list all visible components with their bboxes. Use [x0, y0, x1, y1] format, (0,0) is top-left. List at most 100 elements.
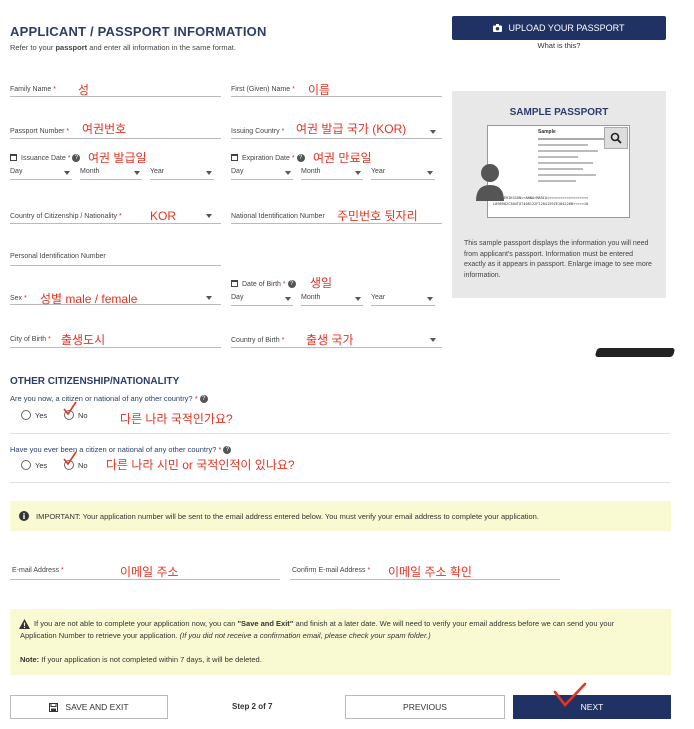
national-id-annotation: 주민번호 뒷자리: [337, 209, 418, 223]
sample-doc-label: Sample: [538, 129, 556, 135]
q1-yes-label: Yes: [35, 411, 48, 420]
mrz-line-1: P<UTOERIKSSON<<ANNA<MARIA<<<<<<<<<<<<<<<…: [493, 196, 589, 200]
divider: [10, 433, 670, 434]
confirm-email-annotation: 이메일 주소 확인: [388, 565, 472, 579]
expiration-month-select[interactable]: Month: [301, 168, 363, 180]
q2-no-label: No: [78, 461, 88, 470]
chevron-down-icon: [64, 171, 70, 175]
save-and-exit-label: SAVE AND EXIT: [65, 702, 129, 712]
family-name-annotation: 성: [78, 83, 90, 97]
issuance-calendar-icon: [10, 154, 17, 161]
chevron-down-icon: [355, 171, 361, 175]
first-name-annotation: 이름: [308, 83, 331, 97]
info-icon: [19, 511, 29, 521]
city-of-birth-annotation: 출생도시: [61, 333, 106, 347]
sample-passport-title: SAMPLE PASSPORT: [509, 107, 609, 118]
what-is-this-link[interactable]: What is this?: [452, 41, 666, 50]
issuance-day-select[interactable]: Day: [10, 168, 72, 180]
dob-annotation: 생일: [310, 276, 333, 290]
save-and-exit-button[interactable]: SAVE AND EXIT: [10, 695, 168, 719]
chevron-down-icon: [285, 297, 291, 301]
email-annotation: 이메일 주소: [120, 565, 179, 579]
camera-icon: [493, 24, 503, 32]
sex-label: Sex *: [10, 295, 27, 302]
issuance-date-label: Issuance Date *?: [21, 154, 81, 162]
issuing-country-annotation: 여권 발급 국가 (KOR): [296, 122, 407, 136]
help-icon[interactable]: ?: [287, 280, 296, 288]
help-icon[interactable]: ?: [223, 446, 232, 455]
mrz-line-2: L898902C36UTO7408122F1204159ZE184226B<<<…: [493, 202, 589, 206]
next-button[interactable]: NEXT: [513, 695, 671, 719]
personal-id-label: Personal Identification Number: [10, 253, 106, 260]
expiration-date-annotation: 여권 만료일: [313, 151, 372, 165]
citizenship-label: Country of Citizenship / Nationality *: [10, 213, 122, 220]
help-icon[interactable]: ?: [199, 395, 208, 404]
chevron-down-icon: [427, 171, 433, 175]
citizenship-chevron-down-icon: [206, 214, 212, 218]
country-of-birth-annotation: 출생 국가: [306, 333, 354, 347]
citizenship-annotation: KOR: [150, 209, 177, 223]
issuance-date-annotation: 여권 발급일: [88, 151, 147, 165]
previous-label: PREVIOUS: [403, 702, 447, 712]
q2-yes-radio[interactable]: [21, 460, 31, 470]
dob-month-select[interactable]: Month: [301, 294, 363, 306]
q1-no-label: No: [78, 411, 88, 420]
expiration-year-select[interactable]: Year: [371, 168, 435, 180]
chevron-down-icon: [355, 297, 361, 301]
expiration-day-select[interactable]: Day: [231, 168, 293, 180]
first-name-label: First (Given) Name *: [231, 86, 295, 93]
sex-annotation: 성별 male / female: [40, 292, 138, 306]
email-label: E-mail Address *: [12, 567, 64, 574]
checkmark-annotation-icon: [553, 682, 587, 707]
confirm-email-label: Confirm E-mail Address *: [292, 567, 371, 574]
national-id-label: National Identification Number: [231, 213, 325, 220]
passport-number-label: Passport Number *: [10, 128, 70, 135]
issuing-country-chevron-down-icon: [430, 130, 436, 134]
q2-annotation: 다른 나라 시민 or 국적인적이 있나요?: [106, 458, 295, 472]
previous-button[interactable]: PREVIOUS: [345, 695, 505, 719]
expiration-date-label: Expiration Date *?: [242, 154, 305, 162]
save-warning-notice: If you are not able to complete your app…: [10, 609, 671, 675]
dob-day-select[interactable]: Day: [231, 294, 293, 306]
q2-yes-label: Yes: [35, 461, 48, 470]
upload-passport-button[interactable]: UPLOAD YOUR PASSPORT: [452, 16, 666, 40]
warning-icon: [19, 619, 30, 629]
upload-passport-label: UPLOAD YOUR PASSPORT: [508, 23, 625, 33]
country-of-birth-chevron-down-icon: [430, 338, 436, 342]
issuance-year-select[interactable]: Year: [150, 168, 214, 180]
save-icon: [49, 702, 59, 712]
step-indicator: Step 2 of 7: [232, 702, 273, 711]
passport-number-annotation: 여권번호: [82, 122, 127, 136]
chevron-down-icon: [427, 297, 433, 301]
sample-passport-description: This sample passport displays the inform…: [464, 240, 652, 279]
warning-line-1: If you are not able to complete your app…: [34, 619, 615, 628]
city-of-birth-label: City of Birth *: [10, 336, 51, 343]
q1-question: Are you now, a citizen or national of an…: [10, 394, 208, 404]
warning-note: Note: If your application is not complet…: [20, 655, 262, 664]
sample-passport-panel: SAMPLE PASSPORT Sample P<UTOERIKSSON<<AN…: [452, 91, 666, 298]
dob-year-select[interactable]: Year: [371, 294, 435, 306]
q1-yes-radio[interactable]: [21, 410, 31, 420]
redacted-mark: [594, 348, 676, 357]
country-of-birth-label: Country of Birth *: [231, 337, 285, 344]
divider: [10, 482, 670, 483]
chevron-down-icon: [285, 171, 291, 175]
q2-question: Have you ever been a citizen or national…: [10, 445, 232, 455]
issuing-country-label: Issuing Country *: [231, 128, 285, 135]
checkmark-annotation-icon: [63, 451, 77, 466]
page-subtitle: Refer to your passport and enter all inf…: [10, 43, 236, 52]
help-icon[interactable]: ?: [72, 154, 81, 162]
page-title: APPLICANT / PASSPORT INFORMATION: [10, 24, 267, 39]
important-notice: IMPORTANT: Your application number will …: [10, 501, 671, 531]
family-name-label: Family Name *: [10, 86, 56, 93]
magnify-icon[interactable]: [604, 127, 628, 149]
issuance-month-select[interactable]: Month: [80, 168, 142, 180]
person-silhouette-icon: [476, 164, 504, 201]
warning-line-2: Application Number to retrieve your appl…: [20, 631, 431, 640]
sex-chevron-down-icon: [206, 296, 212, 300]
help-icon[interactable]: ?: [296, 154, 305, 162]
other-citizenship-title: OTHER CITIZENSHIP/NATIONALITY: [10, 376, 180, 387]
chevron-down-icon: [206, 171, 212, 175]
checkmark-annotation-icon: [63, 401, 77, 416]
expiration-calendar-icon: [231, 154, 238, 161]
